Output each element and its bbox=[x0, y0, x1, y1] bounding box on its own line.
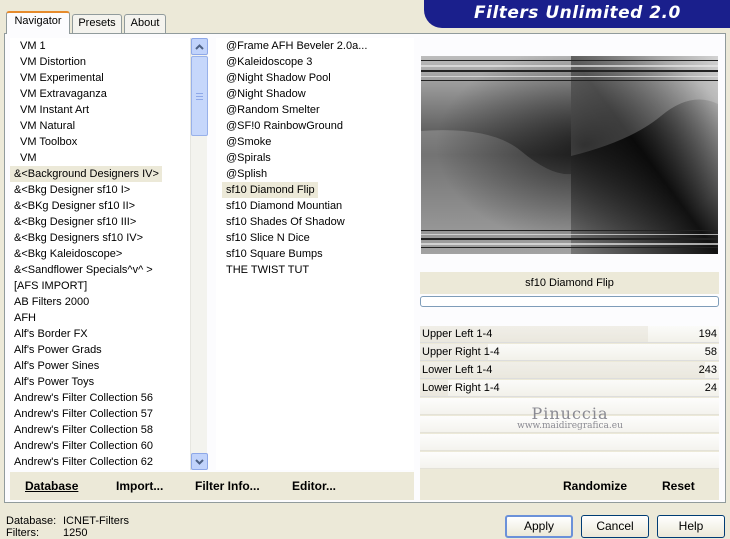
category-item[interactable]: Alf's Power Sines bbox=[10, 358, 190, 374]
category-item[interactable]: VM Toolbox bbox=[10, 134, 190, 150]
filter-item[interactable]: sf10 Slice N Dice bbox=[222, 230, 313, 246]
category-item[interactable]: VM Experimental bbox=[10, 70, 190, 86]
preview-image bbox=[421, 56, 718, 254]
category-item[interactable]: Andrew's Filter Collection 57 bbox=[10, 406, 190, 422]
slider-value: 24 bbox=[704, 382, 717, 394]
category-item[interactable]: VM Distortion bbox=[10, 54, 190, 70]
category-item[interactable]: Andrew's Filter Collection 58 bbox=[10, 422, 190, 438]
tab-presets[interactable]: Presets bbox=[72, 14, 122, 33]
filter-item[interactable]: sf10 Diamond Flip bbox=[222, 182, 318, 198]
category-item[interactable]: &<Background Designers IV> bbox=[10, 166, 162, 182]
empty-slider-slot bbox=[420, 452, 719, 469]
filter-item[interactable]: @Frame AFH Beveler 2.0a... bbox=[222, 38, 370, 54]
header-banner: Filters Unlimited 2.0 bbox=[424, 0, 730, 28]
slider-lower-left[interactable]: Lower Left 1-4 243 bbox=[420, 362, 719, 379]
chevron-up-icon bbox=[195, 43, 204, 50]
slider-upper-left[interactable]: Upper Left 1-4 194 bbox=[420, 326, 719, 343]
slider-value: 58 bbox=[704, 346, 717, 358]
filter-preview bbox=[421, 56, 718, 254]
database-button[interactable]: Database bbox=[25, 479, 78, 493]
database-label: Database: bbox=[6, 515, 57, 527]
category-item[interactable]: Andrew's Filter Collection 60 bbox=[10, 438, 190, 454]
filter-item[interactable]: sf10 Diamond Mountian bbox=[222, 198, 345, 214]
tab-about[interactable]: About bbox=[124, 14, 166, 33]
slider-label: Upper Left 1-4 bbox=[422, 328, 493, 340]
category-item[interactable]: [AFS IMPORT] bbox=[10, 278, 190, 294]
slider-value: 243 bbox=[698, 364, 717, 376]
category-item[interactable]: Alf's Power Grads bbox=[10, 342, 190, 358]
reset-button[interactable]: Reset bbox=[662, 479, 695, 493]
category-item[interactable]: AFH bbox=[10, 310, 190, 326]
slider-lower-right[interactable]: Lower Right 1-4 24 bbox=[420, 380, 719, 397]
category-item[interactable]: &<Bkg Designer sf10 III> bbox=[10, 214, 190, 230]
current-filter-name: sf10 Diamond Flip bbox=[420, 272, 719, 294]
category-item[interactable]: Alf's Border FX bbox=[10, 326, 190, 342]
filter-item[interactable]: @Splish bbox=[222, 166, 270, 182]
filter-item[interactable]: THE TWIST TUT bbox=[222, 262, 312, 278]
category-item[interactable]: &<Bkg Designer sf10 I> bbox=[10, 182, 190, 198]
category-item[interactable]: VM 1 bbox=[10, 38, 190, 54]
category-item[interactable]: &<BKg Designer sf10 II> bbox=[10, 198, 190, 214]
slider-upper-right[interactable]: Upper Right 1-4 58 bbox=[420, 344, 719, 361]
cancel-button[interactable]: Cancel bbox=[581, 515, 649, 538]
category-item[interactable]: VM Extravaganza bbox=[10, 86, 190, 102]
category-item[interactable]: VM Natural bbox=[10, 118, 190, 134]
database-value: ICNET-Filters bbox=[63, 515, 129, 527]
database-status: Database: ICNET-Filters bbox=[6, 515, 129, 527]
filter-item[interactable]: @Spirals bbox=[222, 150, 274, 166]
slider-label: Upper Right 1-4 bbox=[422, 346, 500, 358]
category-item[interactable]: Andrew's Filter Collection 62 bbox=[10, 454, 190, 470]
filter-info-button[interactable]: Filter Info... bbox=[195, 479, 260, 493]
category-item[interactable]: VM bbox=[10, 150, 190, 166]
filters-status: Filters: 1250 bbox=[6, 527, 87, 539]
filters-value: 1250 bbox=[63, 527, 88, 539]
import-button[interactable]: Import... bbox=[116, 479, 163, 493]
filter-item[interactable]: @Random Smelter bbox=[222, 102, 323, 118]
category-item[interactable]: &<Bkg Kaleidoscope> bbox=[10, 246, 190, 262]
category-item[interactable]: AB Filters 2000 bbox=[10, 294, 190, 310]
slider-label: Lower Left 1-4 bbox=[422, 364, 493, 376]
randomize-button[interactable]: Randomize bbox=[563, 479, 627, 493]
filter-item[interactable]: sf10 Shades Of Shadow bbox=[222, 214, 348, 230]
category-item[interactable]: Andrew's Filter Collection 56 bbox=[10, 390, 190, 406]
empty-slider-slot bbox=[420, 434, 719, 451]
tab-navigator[interactable]: Navigator bbox=[6, 11, 70, 34]
watermark-url: www.maidiregrafica.eu bbox=[517, 421, 623, 431]
chevron-down-icon bbox=[195, 458, 204, 465]
filter-item[interactable]: @Night Shadow Pool bbox=[222, 70, 334, 86]
category-item[interactable]: &<Bkg Designers sf10 IV> bbox=[10, 230, 190, 246]
scroll-up-button[interactable] bbox=[191, 38, 208, 55]
watermark: Pinuccia www.maidiregrafica.eu bbox=[440, 404, 700, 431]
filter-item[interactable]: @Night Shadow bbox=[222, 86, 309, 102]
filter-item[interactable]: @Smoke bbox=[222, 134, 274, 150]
help-button[interactable]: Help bbox=[657, 515, 725, 538]
slider-value: 194 bbox=[698, 328, 717, 340]
slider-label: Lower Right 1-4 bbox=[422, 382, 500, 394]
category-item[interactable]: &<Sandflower Specials^v^ > bbox=[10, 262, 190, 278]
category-list[interactable]: VM 1 VM Distortion VM Experimental VM Extra… bbox=[10, 38, 190, 470]
filter-item[interactable]: sf10 Square Bumps bbox=[222, 246, 326, 262]
scroll-down-button[interactable] bbox=[191, 453, 208, 470]
scroll-thumb[interactable] bbox=[191, 56, 208, 136]
filter-item[interactable]: @Kaleidoscope 3 bbox=[222, 54, 315, 70]
slider-area: Upper Left 1-4 194 Upper Right 1-4 58 Lo… bbox=[420, 326, 719, 472]
category-item[interactable]: VM Instant Art bbox=[10, 102, 190, 118]
filter-list[interactable]: @Frame AFH Beveler 2.0a... @Kaleidoscope … bbox=[216, 38, 414, 470]
filters-label: Filters: bbox=[6, 527, 39, 539]
app-title: Filters Unlimited 2.0 bbox=[474, 3, 681, 23]
category-scrollbar[interactable] bbox=[190, 38, 208, 470]
filter-item[interactable]: @SF!0 RainbowGround bbox=[222, 118, 346, 134]
category-item[interactable]: Alf's Power Toys bbox=[10, 374, 190, 390]
apply-button[interactable]: Apply bbox=[505, 515, 573, 538]
progress-bar bbox=[420, 296, 719, 307]
editor-button[interactable]: Editor... bbox=[292, 479, 336, 493]
